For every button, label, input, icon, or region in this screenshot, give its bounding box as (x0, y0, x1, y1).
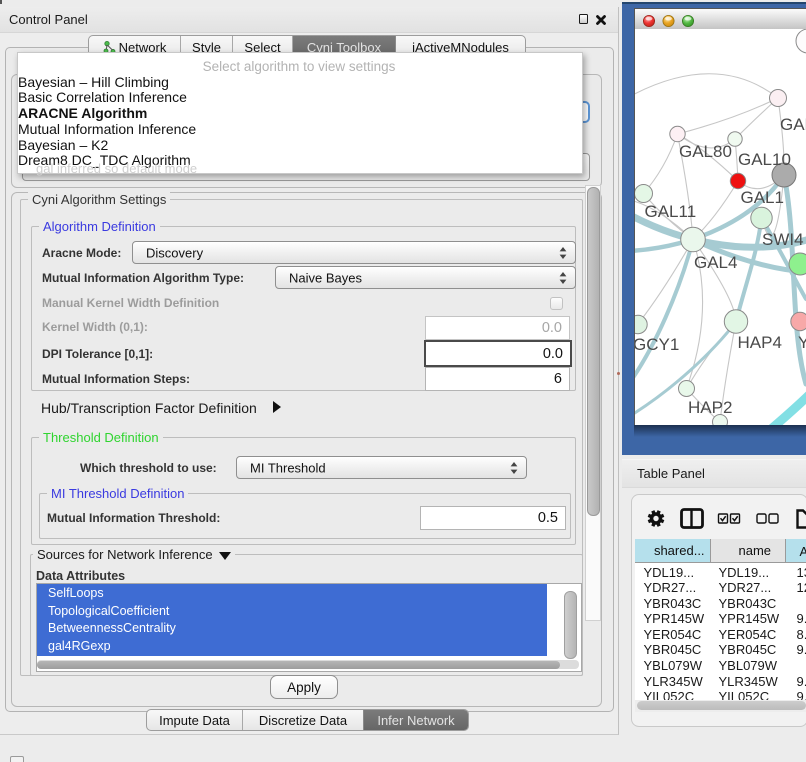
svg-text:SWI4: SWI4 (762, 230, 804, 249)
svg-text:GCY1: GCY1 (635, 335, 679, 354)
svg-text:GAL: GAL (780, 115, 806, 134)
svg-text:GAL80: GAL80 (679, 142, 732, 161)
svg-text:GAL1: GAL1 (741, 188, 784, 207)
svg-text:GAL11: GAL11 (645, 202, 697, 221)
svg-text:GAL10: GAL10 (738, 150, 791, 169)
svg-text:HAP2: HAP2 (688, 398, 732, 417)
svg-text:HAP4: HAP4 (738, 333, 782, 352)
svg-text:GAL4: GAL4 (694, 253, 737, 272)
svg-text:Y: Y (798, 333, 806, 352)
